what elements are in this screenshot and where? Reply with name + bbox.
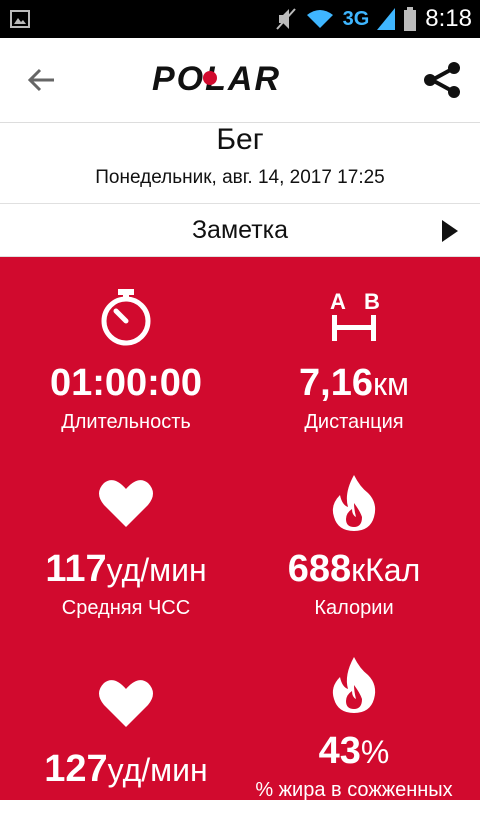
stat-fat-burn: 43% % жира в сожженных (234, 655, 474, 802)
stat-value: 688кКал (287, 548, 421, 590)
distance-ab-icon: A B (330, 289, 380, 341)
status-icons: 3G 8:18 (275, 0, 472, 38)
stat-caption: Средняя ЧСС (61, 597, 191, 619)
heart-icon (99, 480, 153, 527)
stat-caption: Макс. ЧСС (75, 797, 177, 819)
stat-value: 127уд/мин (44, 748, 208, 790)
stat-value: 7,16км (299, 362, 409, 404)
battery-icon (404, 7, 417, 31)
back-arrow-icon[interactable] (26, 64, 58, 96)
play-arrow-icon (442, 220, 458, 242)
status-bar: 3G 8:18 (0, 0, 480, 38)
network-type: 3G (342, 7, 370, 30)
stat-distance: A B 7,16км Дистанция (234, 287, 474, 434)
clock: 8:18 (425, 5, 472, 32)
stat-duration: 01:00:00 Длительность (6, 287, 246, 434)
stopwatch-icon (101, 289, 151, 346)
image-notification-icon (10, 10, 30, 28)
stat-caption: Дистанция (304, 411, 404, 433)
stat-caption: Калории (314, 597, 394, 619)
stat-avg-hr: 117уд/мин Средняя ЧСС (6, 473, 246, 620)
svg-text:B: B (364, 289, 380, 314)
stat-value: 117уд/мин (45, 548, 207, 590)
flame-icon (332, 657, 376, 713)
note-label: Заметка (191, 216, 289, 244)
workout-datetime: Понедельник, авг. 14, 2017 17:25 (95, 167, 385, 188)
heart-icon (99, 680, 153, 727)
wifi-icon (306, 10, 333, 28)
signal-icon (377, 8, 396, 30)
workout-title: Бег (216, 123, 264, 156)
share-icon[interactable] (420, 60, 464, 100)
workout-header: Бег Понедельник, авг. 14, 2017 17:25 (0, 123, 480, 204)
note-row[interactable]: Заметка (0, 204, 480, 257)
app-bar: POLAR (0, 38, 480, 123)
stat-caption: % жира в сожженных (255, 779, 453, 801)
mute-icon (275, 8, 296, 30)
polar-logo: POLAR (152, 60, 279, 96)
stat-value: 43% (318, 730, 390, 772)
stat-caption: Длительность (61, 411, 191, 433)
stat-value: 01:00:00 (49, 362, 203, 404)
stats-panel: 01:00:00 Длительность A B 7,16км Дистанц… (0, 257, 480, 819)
stat-max-hr: 127уд/мин Макс. ЧСС (6, 673, 246, 820)
stat-calories: 688кКал Калории (234, 473, 474, 620)
svg-text:A: A (330, 289, 346, 314)
flame-icon (332, 475, 376, 531)
